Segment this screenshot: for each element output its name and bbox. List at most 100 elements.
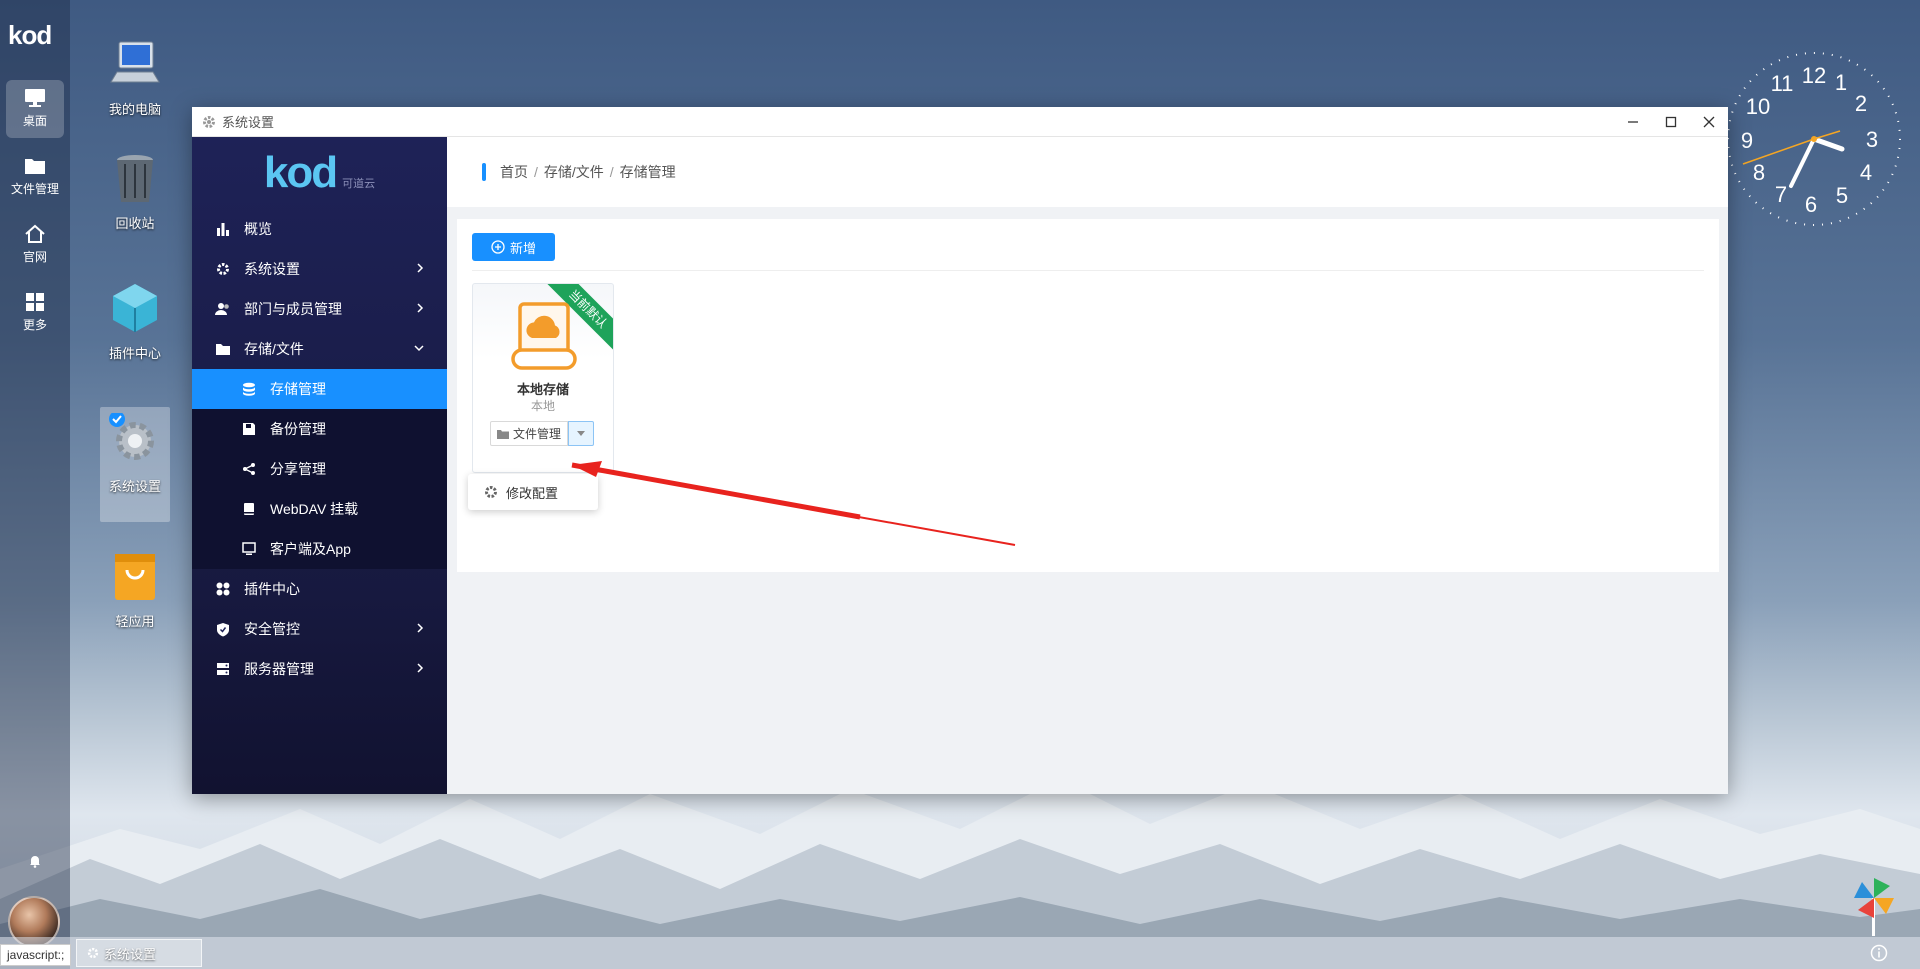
gear-icon — [485, 486, 497, 498]
sidebar-item-label: 存储/文件 — [244, 341, 304, 357]
sidebar-item-storage-files[interactable]: 存储/文件 — [192, 329, 447, 369]
dock-item-label: 更多 — [22, 318, 47, 332]
breadcrumb-storage-files[interactable]: 存储/文件 — [544, 162, 604, 182]
file-manage-button[interactable]: 文件管理 — [490, 421, 569, 446]
server-icon — [214, 662, 232, 676]
breadcrumb-accent — [482, 163, 486, 181]
monitor-icon — [25, 89, 45, 107]
clock-number: 7 — [1775, 182, 1787, 207]
card-menu-toggle[interactable] — [568, 421, 595, 446]
clock-number: 2 — [1855, 91, 1867, 116]
sidebar-item-label: 存储管理 — [270, 381, 326, 397]
add-button-label: 新增 — [509, 240, 536, 256]
logo-subtitle: 可道云 — [342, 178, 376, 190]
file-manage-label: 文件管理 — [513, 427, 562, 441]
left-dock: kod 桌面 文件管理 官网 更多 — [0, 0, 70, 969]
sidebar-item-share[interactable]: 分享管理 — [192, 449, 447, 489]
maximize-button[interactable] — [1652, 107, 1690, 137]
divider — [472, 270, 1704, 271]
sidebar-item-client-app[interactable]: 客户端及App — [192, 529, 447, 569]
shield-icon — [214, 622, 232, 637]
clock-number: 4 — [1860, 160, 1872, 185]
sidebar-item-backup[interactable]: 备份管理 — [192, 409, 447, 449]
sidebar-item-label: 服务器管理 — [244, 661, 314, 677]
grid-icon — [26, 293, 44, 311]
taskbar-item-label: 系统设置 — [104, 946, 157, 962]
pinwheel-icon — [1854, 878, 1894, 936]
sidebar-item-system-settings[interactable]: 系统设置 — [192, 249, 447, 289]
sidebar-item-storage-management[interactable]: 存储管理 — [192, 369, 447, 409]
card-actions: 文件管理 — [490, 421, 595, 446]
dock-item-file-manager[interactable]: 文件管理 — [6, 148, 64, 206]
chevron-down-icon — [414, 345, 424, 352]
save-icon — [240, 422, 258, 436]
breadcrumb-storage-management: 存储管理 — [619, 164, 676, 180]
clock-number: 11 — [1771, 71, 1794, 96]
folder-icon — [214, 342, 232, 356]
window-title: 系统设置 — [222, 115, 275, 130]
sidebar-item-security[interactable]: 安全管控 — [192, 609, 447, 649]
breadcrumb-home[interactable]: 首页 — [500, 162, 528, 182]
settings-window: 系统设置 kod 可道云 概览 系统设置 部门与成员管理 存储/文件 存储管理 … — [192, 107, 1728, 794]
edit-config-menu-item[interactable]: 修改配置 — [506, 483, 558, 502]
sidebar-item-plugin-center[interactable]: 插件中心 — [192, 569, 447, 609]
add-storage-button[interactable]: 新增 — [472, 233, 555, 261]
dock-item-desktop[interactable]: 桌面 — [6, 80, 64, 138]
desktop-icon-label: 系统设置 — [108, 479, 161, 494]
sidebar-item-label: 客户端及App — [270, 541, 351, 557]
settings-gear-icon — [109, 411, 154, 460]
clock-widget: 12 1 2 3 4 5 6 7 8 9 10 11 — [1727, 52, 1901, 226]
desktop-icon-label: 轻应用 — [115, 614, 155, 629]
desktop-icon-system-settings[interactable]: 系统设置 — [100, 407, 170, 522]
desktop-icon-my-computer[interactable]: 我的电脑 — [100, 36, 170, 118]
sidebar-item-label: 系统设置 — [244, 261, 300, 277]
minimize-button[interactable] — [1614, 107, 1652, 137]
clock-number: 5 — [1836, 183, 1848, 208]
folder-icon — [497, 429, 509, 439]
sidebar-item-overview[interactable]: 概览 — [192, 209, 447, 249]
clock-number: 1 — [1835, 70, 1847, 95]
chevron-right-icon — [417, 303, 424, 313]
taskbar-item-system-settings[interactable]: 系统设置 — [76, 939, 202, 967]
shopping-bag-icon — [115, 554, 155, 600]
logo-text: kod — [263, 148, 338, 197]
desktop-icon-light-app[interactable]: 轻应用 — [100, 548, 170, 630]
window-titlebar[interactable]: 系统设置 — [192, 107, 1728, 137]
computer-icon — [110, 41, 160, 83]
window-controls — [1614, 107, 1728, 137]
sidebar-item-webdav[interactable]: WebDAV 挂载 — [192, 489, 447, 529]
chevron-right-icon — [417, 263, 424, 273]
folder-icon — [25, 159, 45, 174]
plus-circle-icon — [491, 240, 505, 254]
bell-icon[interactable] — [28, 854, 42, 868]
desktop-icon-label: 回收站 — [115, 216, 155, 231]
sidebar-item-label: 插件中心 — [244, 581, 300, 597]
clock-number: 3 — [1866, 127, 1878, 152]
gear-icon — [87, 947, 99, 959]
storage-type: 本地 — [530, 399, 555, 413]
dock-item-label: 官网 — [22, 250, 47, 264]
info-icon[interactable] — [1870, 944, 1888, 962]
annotation-arrow — [571, 461, 1016, 546]
dock-item-more[interactable]: 更多 — [6, 284, 64, 342]
close-icon — [1703, 116, 1715, 128]
dock-item-website[interactable]: 官网 — [6, 216, 64, 274]
desktop-icon-plugin-center[interactable]: 插件中心 — [100, 280, 170, 362]
taskbar: javascript:; 系统设置 — [0, 937, 1920, 969]
sidebar-item-members[interactable]: 部门与成员管理 — [192, 289, 447, 329]
storage-card[interactable]: 当前默认 本地存储 本地 文件管理 — [472, 283, 614, 473]
desktop-icon-recycle-bin[interactable]: 回收站 — [100, 150, 170, 232]
dock-logo[interactable]: kod — [8, 20, 52, 51]
close-button[interactable] — [1690, 107, 1728, 137]
desktop-icon-label: 我的电脑 — [108, 102, 161, 117]
sidebar-item-server[interactable]: 服务器管理 — [192, 649, 447, 689]
sidebar-item-label: 部门与成员管理 — [244, 301, 342, 317]
status-url: javascript:; — [0, 944, 72, 966]
apps-icon — [214, 582, 232, 596]
share-icon — [240, 462, 258, 476]
clock-number: 6 — [1805, 192, 1817, 217]
clock-number: 10 — [1746, 94, 1770, 119]
sidebar-item-label: 备份管理 — [270, 421, 326, 437]
sidebar-item-label: 概览 — [244, 221, 272, 237]
clock-number: 9 — [1741, 128, 1753, 153]
